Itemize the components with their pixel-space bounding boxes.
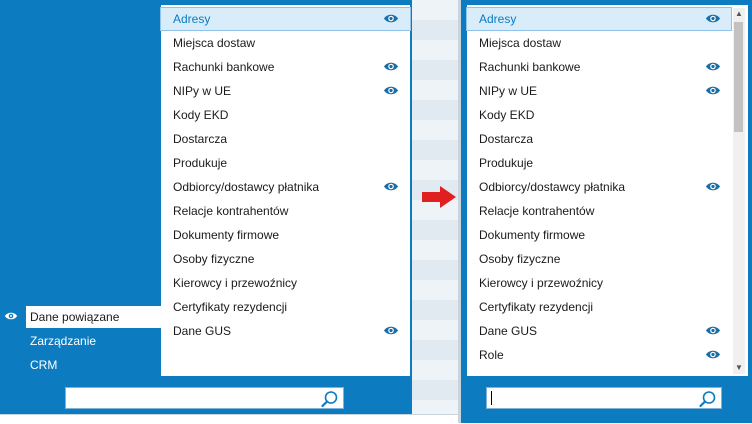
nav-item[interactable]: Dane powiązane (26, 306, 161, 328)
eye-icon[interactable] (705, 325, 721, 336)
list-item-label: Kierowcy i przewoźnicy (479, 276, 604, 290)
list-item-label: Miejsca dostaw (173, 36, 256, 50)
eye-icon[interactable] (383, 85, 399, 96)
search-input[interactable] (65, 387, 344, 409)
eye-icon[interactable] (705, 61, 721, 72)
list-item-label: Dane GUS (479, 324, 538, 338)
list-item[interactable]: Kody EKD (161, 104, 410, 126)
list-item[interactable]: Role (467, 344, 731, 366)
nav-item[interactable]: CRM (26, 354, 166, 376)
list-item-label: NIPy w UE (173, 84, 232, 98)
related-data-dropdown: Adresy Miejsca dostaw Rachunki bankowe NIPy… (160, 5, 411, 376)
list-item[interactable]: Dostarcza (467, 128, 731, 150)
list-item[interactable]: Adresy (160, 7, 411, 31)
list-item-label: Adresy (479, 12, 517, 26)
list-item-label: Produkuje (479, 156, 534, 170)
eye-icon[interactable] (705, 181, 721, 192)
list-item[interactable]: Osoby fizyczne (467, 248, 731, 270)
list-item[interactable]: NIPy w UE (467, 80, 731, 102)
list-item-label: Osoby fizyczne (479, 252, 561, 266)
eye-icon[interactable] (383, 325, 399, 336)
nav-item-label: CRM (30, 358, 58, 372)
list-item-label: Miejsca dostaw (479, 36, 562, 50)
list-item-label: Dokumenty firmowe (479, 228, 586, 242)
list-item-label: Dane GUS (173, 324, 232, 338)
list-item[interactable]: Produkuje (467, 152, 731, 174)
nav-item-label: Zarządzanie (30, 334, 97, 348)
nav-item[interactable]: Zarządzanie (26, 330, 166, 352)
list-item[interactable]: Produkuje (161, 152, 410, 174)
list-item-label: Kody EKD (479, 108, 535, 122)
list-item-label: Relacje kontrahentów (173, 204, 289, 218)
list-item-label: Dostarcza (479, 132, 534, 146)
list-item[interactable]: Odbiorcy/dostawcy płatnika (161, 176, 410, 198)
list-item-label: Osoby fizyczne (173, 252, 255, 266)
scroll-up-arrow[interactable]: ▲ (733, 8, 745, 20)
list-item[interactable]: Dostarcza (161, 128, 410, 150)
scroll-thumb[interactable] (734, 22, 743, 132)
nav-item-label: Dane powiązane (30, 310, 120, 324)
eye-icon[interactable] (383, 181, 399, 192)
list-item-label: Odbiorcy/dostawcy płatnika (173, 180, 320, 194)
list-item-label: Rachunki bankowe (173, 60, 275, 74)
eye-icon[interactable] (705, 349, 721, 360)
list-scrollbar[interactable]: ▲ ▼ (733, 8, 745, 374)
search-icon[interactable] (321, 390, 339, 408)
eye-icon (4, 312, 18, 320)
list-item[interactable]: Rachunki bankowe (467, 56, 731, 78)
list-item-label: Relacje kontrahentów (479, 204, 595, 218)
list-item[interactable]: Osoby fizyczne (161, 248, 410, 270)
eye-icon[interactable] (383, 61, 399, 72)
list-item[interactable]: Certyfikaty rezydencji (467, 296, 731, 318)
list-item-label: Kody EKD (173, 108, 229, 122)
list-item[interactable]: Dokumenty firmowe (161, 224, 410, 246)
list-item[interactable]: Relacje kontrahentów (161, 200, 410, 222)
list-item-label: Dokumenty firmowe (173, 228, 280, 242)
list-item-label: Certyfikaty rezydencji (173, 300, 288, 314)
list-item[interactable]: Dane GUS (467, 320, 731, 342)
list-item-label: NIPy w UE (479, 84, 538, 98)
list-item[interactable]: Kierowcy i przewoźnicy (467, 272, 731, 294)
eye-icon[interactable] (705, 85, 721, 96)
list-item-label: Produkuje (173, 156, 228, 170)
list-item[interactable]: Odbiorcy/dostawcy płatnika (467, 176, 731, 198)
list-item[interactable]: Rachunki bankowe (161, 56, 410, 78)
list-item[interactable]: Kody EKD (467, 104, 731, 126)
scroll-down-arrow[interactable]: ▼ (733, 362, 745, 374)
list-item[interactable]: Dokumenty firmowe (467, 224, 731, 246)
list-item-label: Certyfikaty rezydencji (479, 300, 594, 314)
list-item-label: Odbiorcy/dostawcy płatnika (479, 180, 626, 194)
text-caret (491, 391, 492, 405)
list-item[interactable]: Certyfikaty rezydencji (161, 296, 410, 318)
list-item-label: Dostarcza (173, 132, 228, 146)
list-item[interactable]: Kierowcy i przewoźnicy (161, 272, 410, 294)
eye-icon[interactable] (383, 13, 399, 24)
list-item[interactable]: NIPy w UE (161, 80, 410, 102)
list-item[interactable]: Adresy (466, 7, 732, 31)
eye-icon[interactable] (705, 13, 721, 24)
list-item[interactable]: Miejsca dostaw (161, 32, 410, 54)
list-item[interactable]: Dane GUS (161, 320, 410, 342)
list-item[interactable]: Relacje kontrahentów (467, 200, 731, 222)
related-data-dropdown-scrollable: Adresy Miejsca dostaw Rachunki bankowe NIPy… (466, 5, 748, 376)
list-item-label: Kierowcy i przewoźnicy (173, 276, 298, 290)
arrow-right-icon (422, 186, 456, 208)
list-item-label: Role (479, 348, 504, 362)
list-item-label: Rachunki bankowe (479, 60, 581, 74)
list-item-label: Adresy (173, 12, 211, 26)
search-icon[interactable] (699, 390, 717, 408)
list-item[interactable]: Miejsca dostaw (467, 32, 731, 54)
search-input[interactable] (486, 387, 722, 409)
